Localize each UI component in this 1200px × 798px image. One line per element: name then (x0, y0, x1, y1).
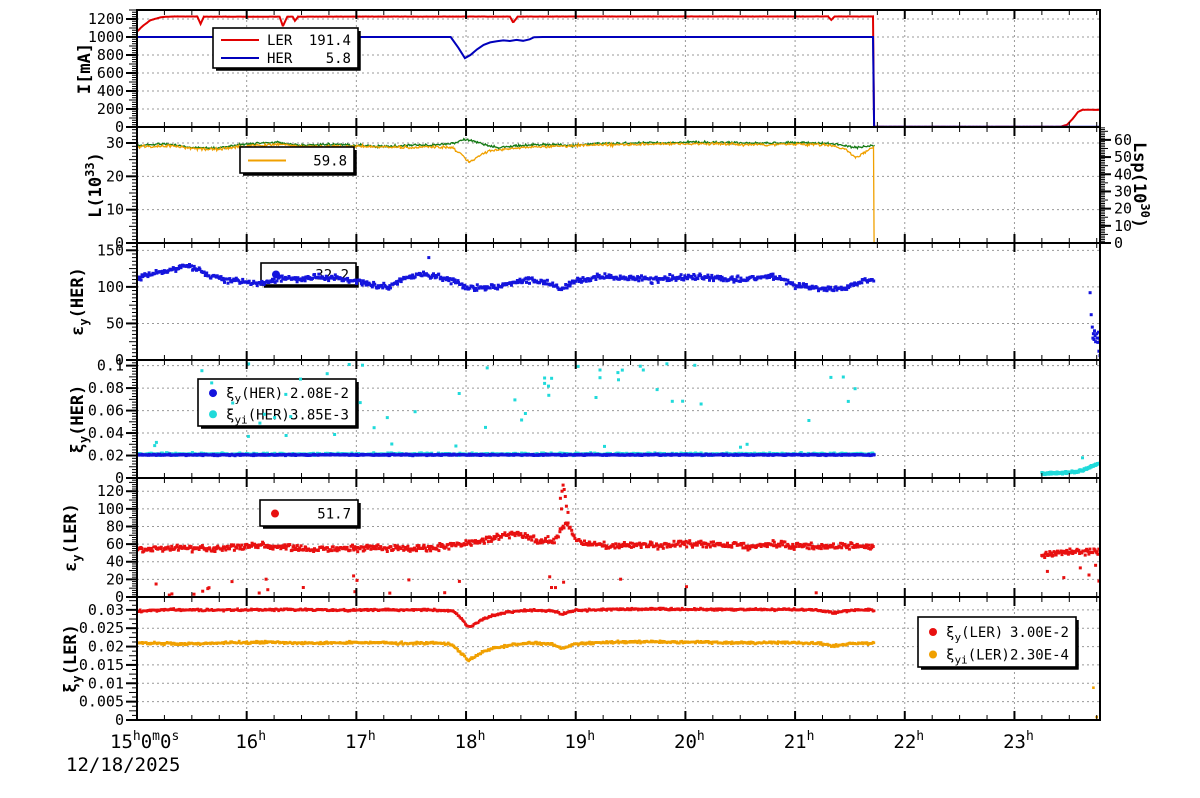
legend-value: 3.85E-3 (290, 407, 349, 423)
svg-text:Lsp(1030): Lsp(1030) (1129, 142, 1152, 228)
y-tick-label: 60 (106, 535, 124, 553)
y-tick-label: 150 (97, 241, 124, 259)
y-tick-label: 80 (106, 517, 124, 535)
gridlines (137, 478, 1100, 597)
legend-dot-marker (271, 509, 279, 518)
legend-value: 2.30E-4 (1010, 648, 1069, 664)
x-ticks (163, 478, 1098, 597)
legend-label: LER (267, 33, 293, 49)
y-tick-label: 0.005 (79, 693, 124, 711)
y-axis: 00.020.040.060.080.1 (88, 357, 137, 487)
panel-emittance-her: 32.2050100150εy(HER) (68, 241, 1101, 369)
svg-text:L(1033): L(1033) (83, 152, 106, 218)
y-tick-label: 0.03 (88, 601, 124, 619)
series-ey-LER-tail (1040, 547, 1100, 583)
date-label: 12/18/2025 (66, 754, 181, 776)
legend-label: HER (267, 51, 293, 67)
y-axis: 020040060080010001200 (88, 9, 137, 136)
luminosity-legend: 59.8 (239, 146, 357, 176)
y-axis: 00.0050.010.0150.020.0250.03 (79, 600, 137, 729)
series-xiyi-HER-tail (1040, 456, 1100, 477)
y-tick-label: 0.01 (88, 674, 124, 692)
legend-dot-marker (209, 389, 217, 398)
x-tick-label: 16h (235, 729, 266, 753)
y-axis-title: ξy(HER) (68, 385, 91, 454)
legend-dot-marker (209, 410, 217, 419)
y-axis: 050100150 (97, 241, 137, 369)
x-tick-label: 20h (674, 729, 705, 753)
y-axis-title: εy(HER) (68, 267, 91, 336)
y-tick-label: 50 (106, 314, 124, 332)
y-tick-label: 600 (97, 64, 124, 82)
legend-value: 5.8 (326, 51, 351, 67)
x-tick-label: 21h (784, 729, 815, 753)
y-tick-label: 0.02 (88, 638, 124, 656)
x-axis-labels: 15h0m0s 16h 17h 18h 19h 20h 21h 22h 23h (110, 729, 1034, 753)
y-tick-label: 0.02 (88, 447, 124, 465)
emittance-ler-legend: 51.7 (259, 499, 361, 529)
beam-current-legend: LER 191.4 HER 5.8 (212, 27, 361, 71)
y-axis-title: ξy(LER) (61, 624, 84, 693)
y-tick-label: 10 (106, 201, 124, 219)
xi-her-legend: ξy(HER) 2.08E-2ξyi(HER) 3.85E-3 (197, 378, 359, 429)
x-tick-label: 15h0m0s (110, 729, 179, 753)
y-tick-label: 200 (97, 100, 124, 118)
y-tick-label: 400 (97, 82, 124, 100)
legend-value: 3.00E-2 (1010, 625, 1069, 641)
y-tick-label: 0.06 (88, 402, 124, 420)
legend-dot-marker (929, 628, 937, 636)
svg-text:ξy(HER): ξy(HER) (68, 385, 91, 454)
right-axis-title: Lsp(1030) (1129, 142, 1152, 228)
y-axis: 0102030 (106, 129, 137, 252)
y-tick-label: 0 (115, 711, 124, 729)
panel-emittance-ler: 020406080100120 εy(LER) 51.7 (61, 477, 1101, 606)
y-tick-label: 40 (106, 553, 124, 571)
legend-dot-marker (929, 650, 937, 659)
accelerator-status-page: 0 200 400 600 800 1000 1200 I[mA] LER 191.4 HER 5.8… (0, 0, 1200, 798)
y-tick-label: 0.015 (79, 656, 124, 674)
y-tick-label: 20 (106, 167, 124, 185)
x-tick-label: 23h (1003, 729, 1034, 753)
x-tick-label: 18h (455, 729, 486, 753)
svg-text:εy(HER): εy(HER) (68, 267, 91, 336)
y-axis-title: L(1033) (83, 152, 106, 218)
x-tick-label: 17h (345, 729, 376, 753)
panel-beam-current: 020040060080010001200I[mA] LER 191.4 HER 5.8 (75, 9, 1101, 136)
panel-frame (136, 242, 1101, 361)
svg-text:I[mA]: I[mA] (75, 43, 95, 94)
y-tick-label: 100 (97, 278, 124, 296)
y-tick-label: 0.025 (79, 619, 124, 637)
y-tick-label: 0.08 (88, 379, 124, 397)
y-axis-title: εy(LER) (61, 503, 84, 572)
gridlines (137, 243, 1100, 360)
panel-xi-ler: 00.0050.010.0150.020.0250.03ξy(LER) ξy(LE… (61, 596, 1101, 729)
y-tick-label: 20 (106, 570, 124, 588)
y-tick-label: 0 (1114, 234, 1123, 252)
xi-ler-legend: ξy(LER) 3.00E-2ξyi(LER) 2.30E-4 (917, 616, 1079, 670)
y-tick-label: 120 (97, 482, 124, 500)
legend-value: 2.08E-2 (290, 386, 349, 402)
y-tick-label: 30 (106, 134, 124, 152)
panel-luminosity: 0 10 20 30L(1033) 0102030405060Lsp(1030) 59.8 (83, 126, 1152, 252)
legend-value: 59.8 (313, 154, 347, 170)
y-tick-label: 100 (97, 500, 124, 518)
y-tick-label: 0.04 (88, 424, 124, 442)
legend-value: 191.4 (309, 33, 351, 49)
legend-value: 51.7 (317, 507, 351, 523)
y-tick-label: 800 (97, 46, 124, 64)
accelerator-status-chart: 020040060080010001200I[mA]LER 191.4HER 5.8… (61, 9, 1152, 753)
right-axis: 0102030405060 (1100, 127, 1132, 252)
x-tick-label: 22h (893, 729, 924, 753)
svg-text:εy(LER): εy(LER) (61, 503, 84, 572)
y-axis-title: I[mA] (75, 43, 95, 94)
x-tick-label: 19h (564, 729, 595, 753)
panel-xi-her: ξy(HER) 2.08E-2ξyi(HER) 3.85E-300.020.040.… (68, 357, 1101, 487)
x-ticks (163, 243, 1098, 360)
y-axis: 020406080100120 (97, 477, 137, 606)
y-tick-label: 0.1 (97, 357, 124, 375)
y-tick-label: 1200 (88, 10, 124, 28)
